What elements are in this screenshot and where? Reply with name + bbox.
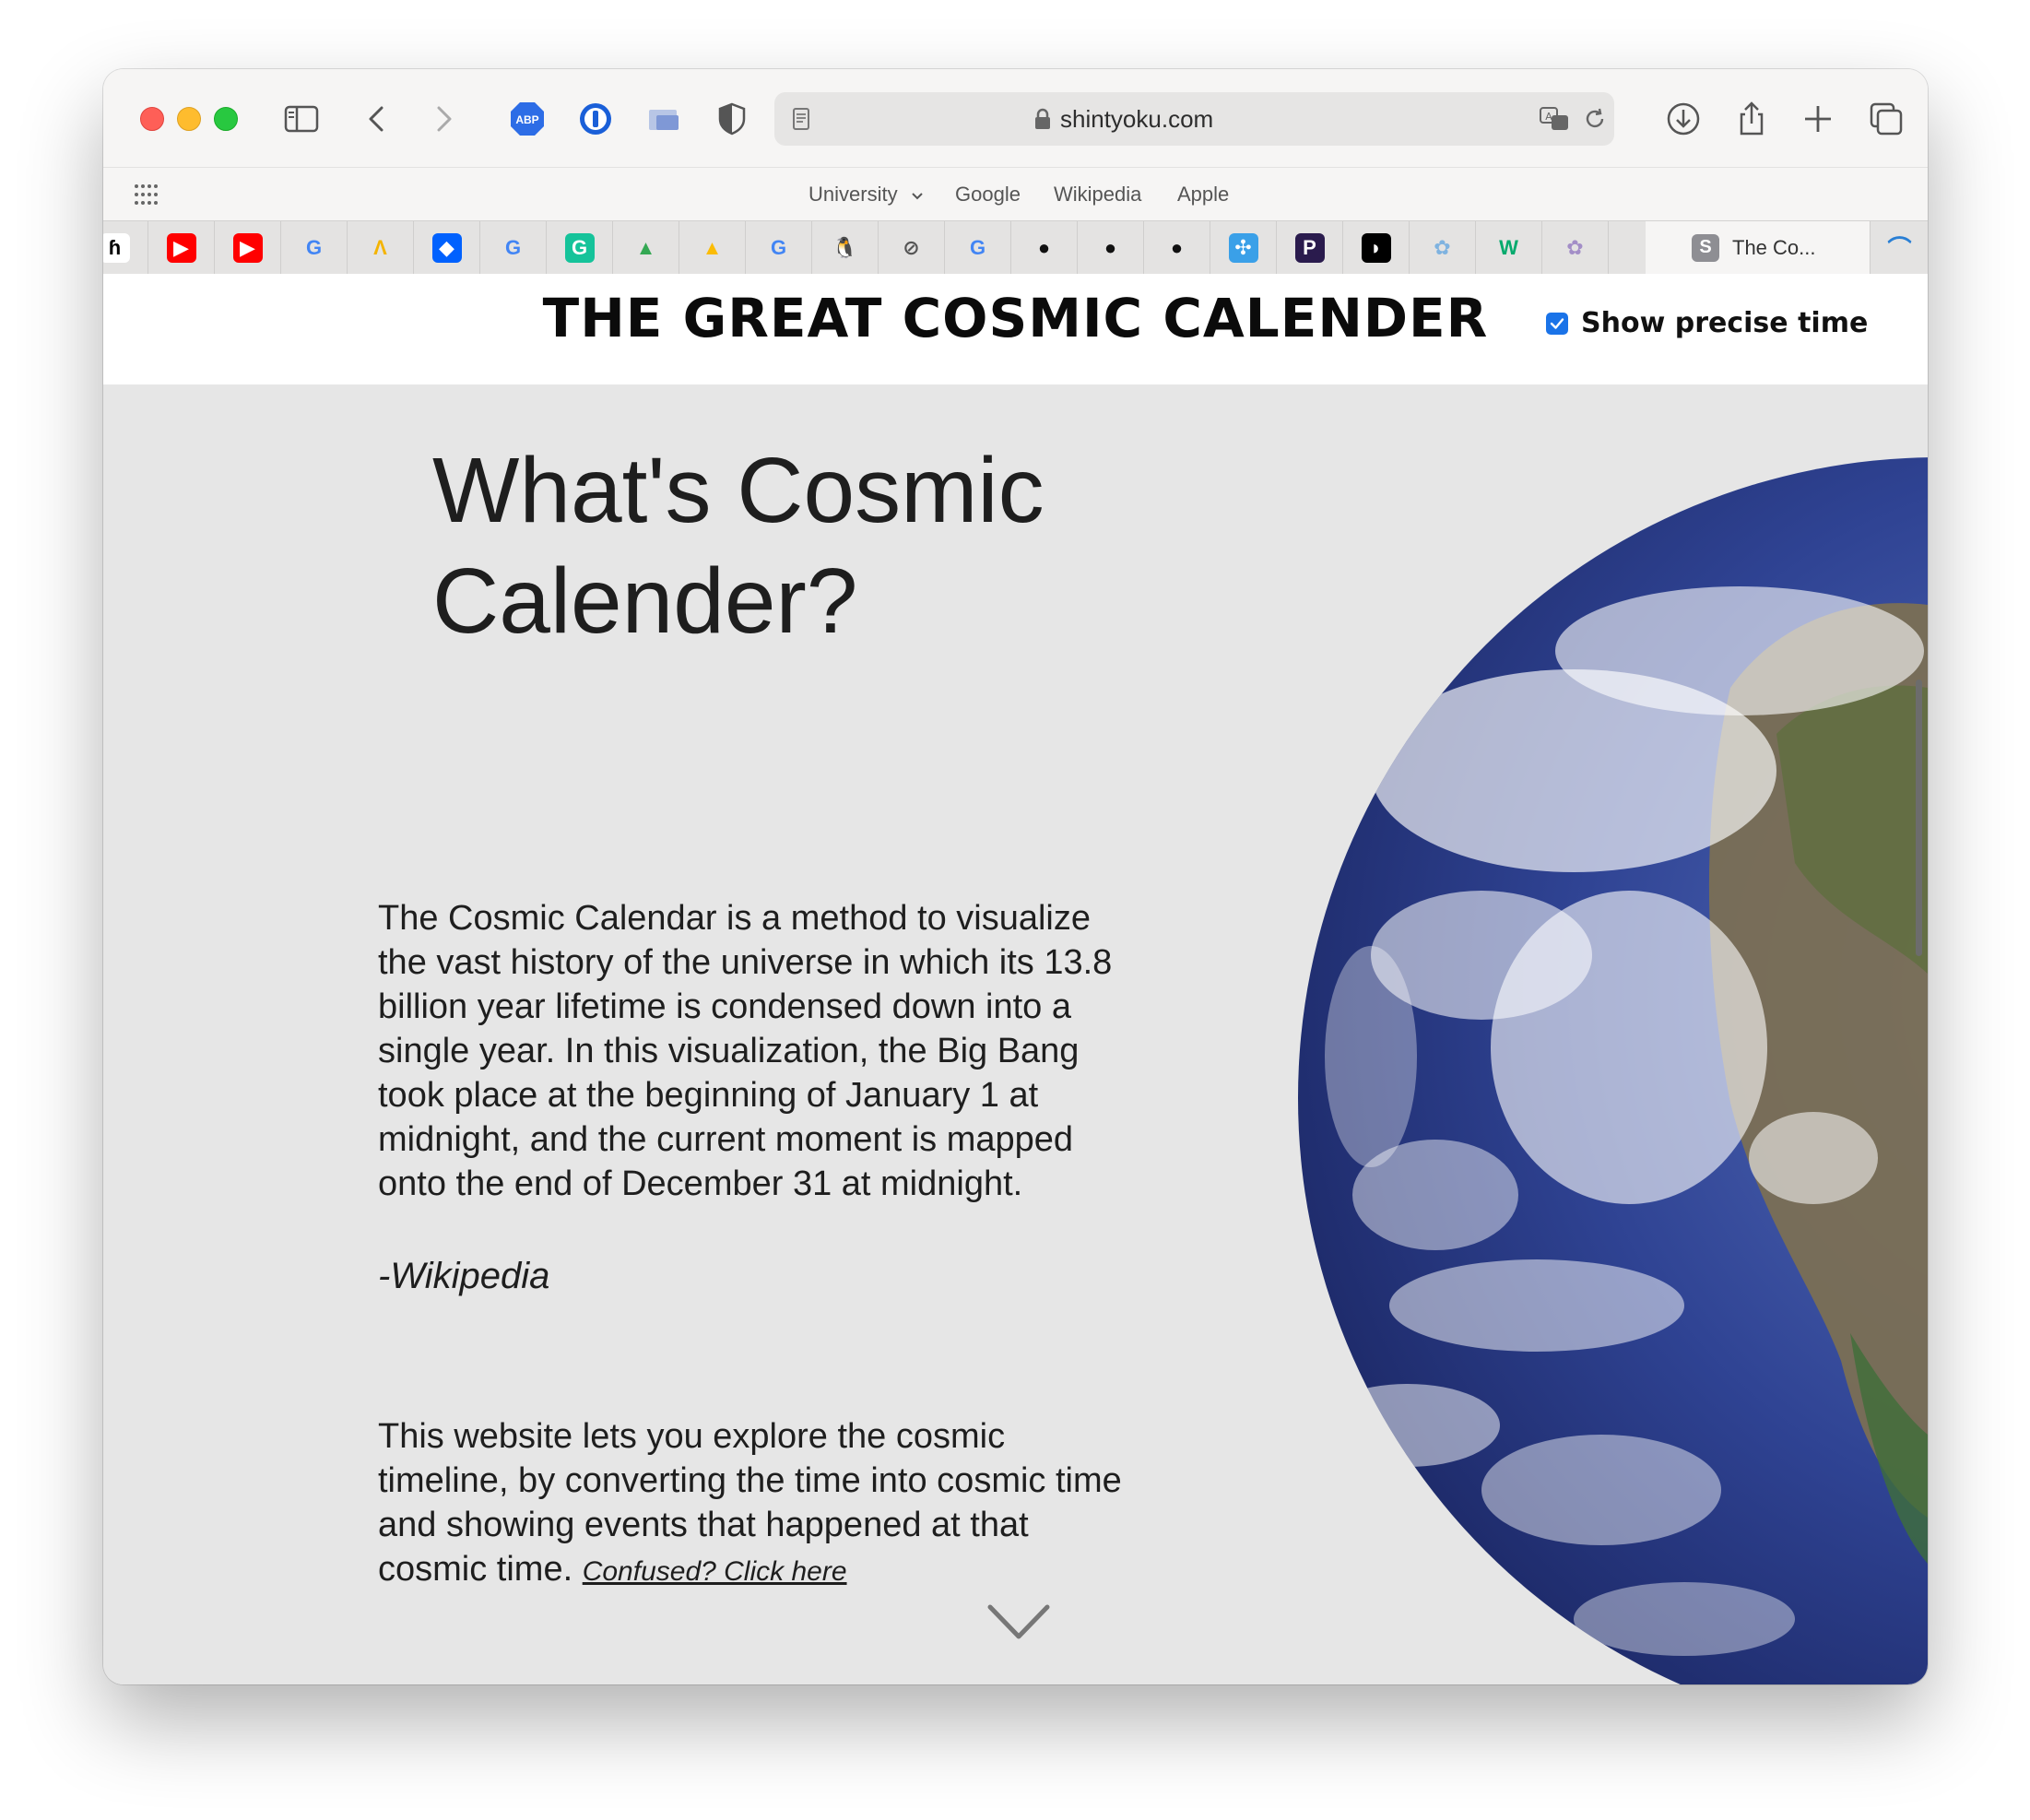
pinned-tab[interactable]: G	[480, 221, 547, 274]
google-icon: G	[969, 235, 986, 259]
adblock-plus-icon[interactable]: ABP	[509, 100, 546, 137]
pinned-tab[interactable]: Λ	[348, 221, 414, 274]
google-drive-icon: ▲	[635, 235, 656, 259]
sidebar-toggle-icon[interactable]	[283, 100, 320, 137]
wikipedia-attribution: -Wikipedia	[378, 1256, 550, 1296]
pinned-tab[interactable]: ▶	[215, 221, 281, 274]
tab-overview-icon[interactable]	[1868, 100, 1905, 137]
pinned-tab[interactable]: ✣	[1210, 221, 1277, 274]
pinned-tab[interactable]: ◆	[414, 221, 480, 274]
pinned-tab[interactable]: ✿	[1410, 221, 1476, 274]
google-drive-icon: ▲	[702, 235, 723, 259]
precise-time-checkbox[interactable]	[1546, 312, 1568, 335]
favorites-folder-university[interactable]: University	[808, 168, 924, 221]
pinned-tab[interactable]: G	[281, 221, 348, 274]
hat-logo-icon: ⌒	[1887, 235, 1912, 263]
downloads-icon[interactable]	[1665, 100, 1702, 137]
pinned-tab[interactable]: G	[547, 221, 613, 274]
url-text: shintyoku.com	[1060, 105, 1214, 133]
pinned-tab[interactable]: ▲	[679, 221, 746, 274]
pinned-tab[interactable]: W	[1476, 221, 1542, 274]
precise-time-toggle[interactable]: Show precise time	[1546, 307, 1868, 339]
dropbox-icon: ◆	[431, 232, 462, 263]
pinned-tab[interactable]: ●	[1011, 221, 1078, 274]
pinned-tab[interactable]: 🐧	[812, 221, 879, 274]
svg-text:A: A	[1545, 111, 1552, 123]
share-icon[interactable]	[1733, 100, 1770, 137]
pinned-tab[interactable]: ●	[1078, 221, 1144, 274]
chevron-down-icon	[911, 168, 924, 200]
earth-image	[1298, 457, 1928, 1684]
reload-icon[interactable]	[1582, 106, 1608, 132]
mail-extension-icon[interactable]	[645, 100, 682, 137]
anime-girl-icon: ✿	[1566, 235, 1584, 259]
reader-mode-icon[interactable]	[787, 105, 815, 133]
github-icon: ●	[1037, 235, 1051, 259]
web-content: THE GREAT COSMIC CALENDER Show precise t…	[103, 274, 1928, 1684]
tab-title: The Co...	[1732, 235, 1816, 259]
wiring-icon: ✣	[1228, 232, 1258, 263]
favorite-wikipedia[interactable]: Wikipedia	[1054, 168, 1141, 221]
pinned-tab[interactable]: ɦ	[103, 221, 148, 274]
browser-window: ABP shintyoku.com A University Google Wi…	[103, 69, 1928, 1684]
back-chevron-icon[interactable]	[360, 100, 396, 137]
proton-icon: P	[1294, 232, 1325, 263]
zoom-window-button[interactable]	[214, 107, 238, 131]
anime-girl-icon: ✿	[1434, 235, 1451, 259]
tab-strip: S The Co... ⌒ ɦ ▶ ▶ G Λ ◆ G G ▲ ▲ G 🐧 ⊘ G ● ● ● ✣ P ◗ ✿ W ✿	[103, 220, 1928, 275]
pinned-tab[interactable]: ✿	[1542, 221, 1609, 274]
site-header: THE GREAT COSMIC CALENDER Show precise t…	[103, 274, 1928, 384]
page-scrollbar[interactable]	[1916, 680, 1922, 956]
1password-icon[interactable]	[577, 100, 614, 137]
intro-heading: What's Cosmic Calender?	[432, 439, 1045, 653]
checkmark-icon	[1550, 317, 1564, 329]
github-icon: ●	[1104, 235, 1117, 259]
pinned-tab[interactable]: G	[746, 221, 812, 274]
grammarly-icon: G	[564, 232, 595, 263]
translate-icon[interactable]: A	[1539, 104, 1572, 134]
pinned-tab[interactable]: P	[1277, 221, 1343, 274]
w3schools-icon: W	[1499, 235, 1518, 259]
lock-icon	[1033, 108, 1053, 130]
svg-text:ABP: ABP	[515, 113, 538, 126]
linux-penguin-icon: 🐧	[832, 235, 858, 259]
pinned-tab-last[interactable]: ⌒	[1871, 221, 1928, 274]
new-tab-plus-icon[interactable]	[1800, 100, 1836, 137]
google-icon: G	[504, 235, 522, 259]
favorites-bar: University Google Wikipedia Apple	[103, 167, 1928, 221]
github-icon: ●	[1170, 235, 1184, 259]
youtube-icon: ▶	[166, 232, 196, 263]
pinned-tab[interactable]: ▲	[613, 221, 679, 274]
pinned-tab[interactable]: ⊘	[879, 221, 945, 274]
apps-grid-icon[interactable]	[133, 183, 159, 207]
google-icon: G	[305, 235, 323, 259]
tab-cosmic-calender[interactable]: S The Co...	[1646, 221, 1871, 274]
pinned-tab[interactable]: G	[945, 221, 1011, 274]
toolbar: ABP shintyoku.com A	[103, 69, 1928, 167]
address-bar[interactable]: shintyoku.com A	[774, 92, 1614, 146]
privacy-shield-icon[interactable]	[714, 100, 750, 137]
favorites-folder-label: University	[808, 183, 898, 206]
compass-icon: ⊘	[903, 235, 920, 259]
pinned-tab[interactable]: ●	[1144, 221, 1210, 274]
minimize-window-button[interactable]	[177, 107, 201, 131]
arc-icon: Λ	[373, 235, 387, 259]
close-window-button[interactable]	[140, 107, 164, 131]
oracle-bird-icon: ◗	[1361, 232, 1391, 263]
favorite-google[interactable]: Google	[955, 168, 1021, 221]
precise-time-label: Show precise time	[1581, 307, 1869, 339]
scroll-down-chevron-icon[interactable]	[986, 1601, 1051, 1642]
confused-help-link[interactable]: Confused? Click here	[583, 1556, 847, 1587]
site-favicon: S	[1692, 233, 1719, 262]
favorite-apple[interactable]: Apple	[1177, 168, 1229, 221]
homerow-icon: ɦ	[103, 232, 130, 263]
pinned-tab[interactable]: ▶	[148, 221, 215, 274]
forward-chevron-icon[interactable]	[424, 100, 461, 137]
google-icon: G	[770, 235, 787, 259]
pinned-tab[interactable]: ◗	[1343, 221, 1410, 274]
explore-paragraph: This website lets you explore the cosmic…	[378, 1414, 1125, 1594]
intro-paragraph: The Cosmic Calendar is a method to visua…	[378, 899, 1113, 1203]
youtube-icon: ▶	[232, 232, 263, 263]
